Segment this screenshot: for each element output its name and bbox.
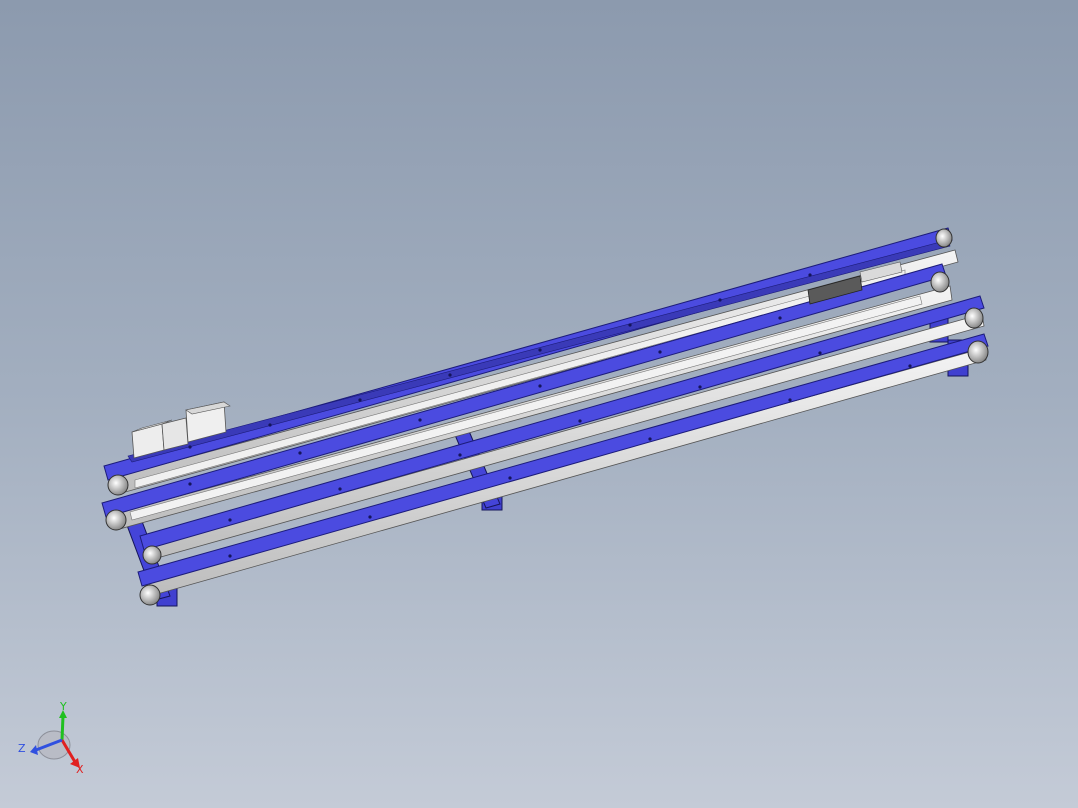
bolt-hole [578,419,582,423]
bolt-hole [358,398,362,402]
bolt-hole [188,482,192,486]
bolt-hole [648,437,652,441]
bolt-hole [778,316,782,320]
motor-box-2 [161,417,189,451]
bolt-hole [908,364,912,368]
x-axis-label: X [76,763,84,776]
bolt-hole [808,273,812,277]
bolt-hole [188,445,192,449]
coordinate-triad[interactable]: Y X Z [12,700,92,780]
conveyor-4-pulley-rear [967,340,989,364]
conveyor-2-pulley-front [105,509,127,531]
bolt-hole [508,476,512,480]
conveyor-3-pulley-rear [964,307,984,329]
bolt-hole [228,554,232,558]
bolt-hole [818,351,822,355]
z-axis-arrow-icon [30,745,38,755]
y-axis-label: Y [59,700,67,713]
y-axis-line [60,715,65,741]
bolt-hole [658,350,662,354]
bolt-hole [268,423,272,427]
conveyor-2-pulley-rear [930,271,950,293]
bolt-hole [718,298,722,302]
bolt-hole [448,373,452,377]
conveyor-1-pulley-rear [935,228,953,248]
bolt-hole [458,453,462,457]
graphics-viewport[interactable]: Y X Z [0,0,1078,808]
bolt-hole [298,451,302,455]
bolt-hole [538,384,542,388]
conveyor-1-pulley-front [107,474,129,496]
bolt-hole [338,487,342,491]
bolt-hole [538,348,542,352]
conveyor-3-pulley-front [142,545,162,565]
bolt-hole [368,515,372,519]
bolt-hole [788,398,792,402]
bolt-hole [418,418,422,422]
conveyor-model[interactable] [0,0,1078,808]
bolt-hole [628,323,632,327]
conveyor-4-pulley-front [139,584,161,606]
bolt-hole [228,518,232,522]
bolt-hole [698,385,702,389]
z-axis-label: Z [18,742,26,755]
